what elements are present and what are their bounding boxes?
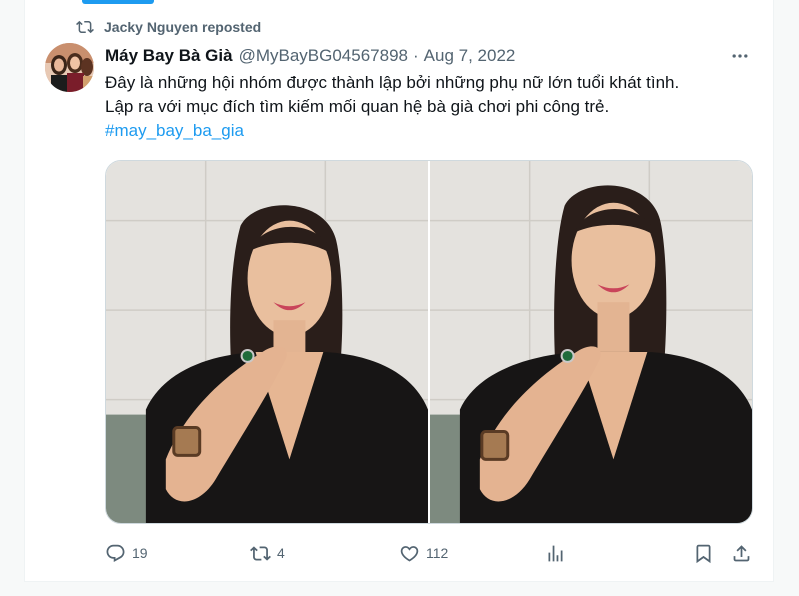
- reply-count: 19: [132, 545, 148, 561]
- share-icon: [733, 544, 750, 561]
- avatar-image: [45, 43, 94, 92]
- author-handle[interactable]: @MyBayBG04567898: [239, 46, 408, 66]
- like-count: 112: [426, 545, 449, 561]
- tweet-date[interactable]: Aug 7, 2022: [424, 46, 516, 66]
- share-button[interactable]: [731, 540, 752, 566]
- more-icon: [732, 54, 748, 58]
- bookmark-icon: [696, 544, 711, 563]
- author-name[interactable]: Máy Bay Bà Già: [105, 46, 233, 66]
- separator-dot: ·: [412, 46, 419, 65]
- analytics-icon: [548, 545, 563, 561]
- tweet-text: Đây là những hội nhóm được thành lập bởi…: [105, 71, 755, 143]
- media-photo-2[interactable]: [430, 161, 752, 523]
- avatar[interactable]: [45, 43, 94, 92]
- repost-button[interactable]: 4: [250, 540, 285, 566]
- repost-label[interactable]: Jacky Nguyen reposted: [104, 19, 261, 35]
- like-button[interactable]: 112: [399, 540, 448, 566]
- repost-action-icon: [250, 545, 271, 561]
- photo-image-1: [106, 161, 428, 523]
- reply-button[interactable]: 19: [105, 540, 148, 566]
- hashtag-link[interactable]: #may_bay_ba_gia: [105, 121, 244, 140]
- repost-icon: [76, 20, 94, 34]
- views-button[interactable]: [545, 540, 566, 566]
- page: Jacky Nguyen reposted Máy Bay Bà Già @My…: [0, 0, 799, 596]
- tweet-media: [105, 160, 753, 524]
- tweet-text-line-1: Đây là những hội nhóm được thành lập bởi…: [105, 73, 680, 92]
- active-tab-indicator: [82, 0, 154, 4]
- heart-icon: [400, 545, 419, 562]
- tweet-actions: 19 4 112: [105, 540, 757, 566]
- tweet-header: Máy Bay Bà Già @MyBayBG04567898 · Aug 7,…: [105, 45, 765, 67]
- more-options-button[interactable]: [728, 44, 752, 68]
- bookmark-button[interactable]: [693, 540, 714, 566]
- repost-context: Jacky Nguyen reposted: [76, 17, 261, 37]
- reply-icon: [106, 544, 125, 562]
- media-photo-1[interactable]: [106, 161, 428, 523]
- photo-image-2: [430, 161, 752, 523]
- repost-count: 4: [277, 545, 285, 561]
- tweet-text-line-2: Lập ra với mục đích tìm kiếm mối quan hệ…: [105, 97, 610, 116]
